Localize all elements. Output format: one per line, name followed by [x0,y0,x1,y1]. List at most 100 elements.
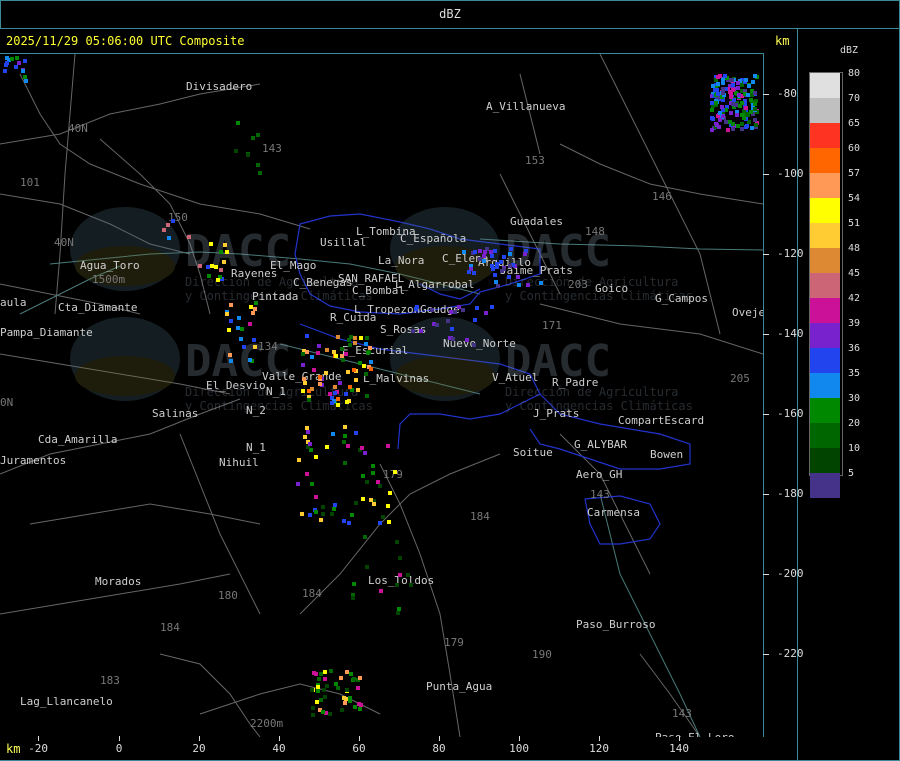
radar-echo-pixel [349,672,353,676]
radar-echo-pixel [361,497,365,501]
place-label: 183 [100,674,120,687]
radar-echo-pixel [364,342,368,346]
legend-swatch [810,223,840,248]
radar-echo-pixel [754,123,758,127]
place-label: 150 [168,211,188,224]
radar-echo-pixel [393,470,397,474]
radar-echo-pixel [236,326,240,330]
place-label: Goudge [420,303,460,316]
legend-value: 60 [848,143,861,154]
x-tick-mark [38,736,39,741]
place-label: Lag_Llancanelo [20,695,113,708]
legend-value: 20 [848,418,861,429]
radar-echo-pixel [216,278,220,282]
place-label: 179 [444,636,464,649]
radar-echo-pixel [347,521,351,525]
legend-swatch [810,398,840,423]
radar-echo-pixel [364,372,368,376]
radar-echo-pixel [229,319,233,323]
radar-echo-pixel [723,74,727,78]
place-label: Agua_Toro [80,259,140,272]
radar-echo-pixel [15,56,19,60]
radar-echo-pixel [467,270,471,274]
radar-echo-pixel [378,521,382,525]
radar-echo-pixel [509,247,513,251]
legend-swatch [810,123,840,148]
radar-map[interactable]: DACC Dirección de Agricultura y Contingenc… [0,53,764,737]
legend-value: 5 [848,468,855,479]
radar-echo-pixel [720,105,724,109]
place-label: 148 [585,225,605,238]
radar-echo-pixel [214,265,218,269]
y-tick-label: -100 [777,167,804,180]
radar-echo-pixel [482,254,486,258]
radar-echo-pixel [539,281,543,285]
radar-echo-pixel [316,685,320,689]
place-label: 184 [160,621,180,634]
radar-echo-pixel [258,171,262,175]
radar-echo-pixel [342,440,346,444]
y-tick-mark [763,574,769,575]
radar-echo-pixel [360,446,364,450]
radar-echo-pixel [358,361,362,365]
place-label: 2200m [250,717,283,730]
radar-echo-pixel [23,59,27,63]
km-label-top: km [775,34,790,48]
place-label: J_Prats [533,407,579,420]
radar-echo-pixel [737,93,741,97]
legend-swatch [810,173,840,198]
radar-echo-pixel [386,444,390,448]
radar-echo-pixel [365,336,369,340]
radar-echo-pixel [206,265,210,269]
radar-echo-pixel [330,401,334,405]
radar-echo-pixel [721,91,725,95]
radar-echo-pixel [494,280,498,284]
legend-value: 80 [848,68,861,79]
radar-echo-pixel [502,255,506,259]
radar-echo-pixel [745,112,749,116]
radar-echo-pixel [353,341,357,345]
place-label: 40N [54,236,74,249]
place-label: 179 [383,468,403,481]
radar-echo-pixel [353,705,357,709]
radar-echo-pixel [308,513,312,517]
radar-echo-pixel [237,316,241,320]
legend-value: 51 [848,218,861,229]
radar-echo-pixel [453,310,457,314]
radar-echo-pixel [352,582,356,586]
x-tick-mark [279,736,280,741]
legend-swatch [810,273,840,298]
place-label: C_Española [400,232,466,245]
place-label: Pampa_Diamante [0,326,93,339]
radar-echo-pixel [361,474,365,478]
place-label: 190 [532,648,552,661]
radar-echo-pixel [744,106,748,110]
radar-echo-pixel [198,264,202,268]
place-label: 180 [218,589,238,602]
radar-echo-pixel [229,359,233,363]
radar-echo-pixel [301,389,305,393]
radar-echo-pixel [729,111,733,115]
radar-echo-pixel [365,480,369,484]
radar-echo-pixel [369,498,373,502]
radar-echo-pixel [736,86,740,90]
radar-echo-pixel [381,515,385,519]
radar-echo-pixel [328,392,332,396]
radar-echo-pixel [352,368,356,372]
place-label: Bowen [650,448,683,461]
radar-echo-pixel [297,458,301,462]
radar-echo-pixel [344,352,348,356]
place-label: 143 [262,142,282,155]
x-tick-label: 20 [192,742,206,755]
place-label: Ovejero [732,306,763,319]
radar-echo-pixel [473,318,477,322]
radar-echo-pixel [715,88,719,92]
radar-echo-pixel [369,367,373,371]
radar-echo-pixel [253,345,257,349]
radar-echo-pixel [225,312,229,316]
radar-echo-pixel [319,672,323,676]
place-label: Nihuil [219,456,259,469]
radar-echo-pixel [495,265,499,269]
place-label: Paso_El_Loro [655,731,734,737]
radar-echo-pixel [246,153,250,157]
